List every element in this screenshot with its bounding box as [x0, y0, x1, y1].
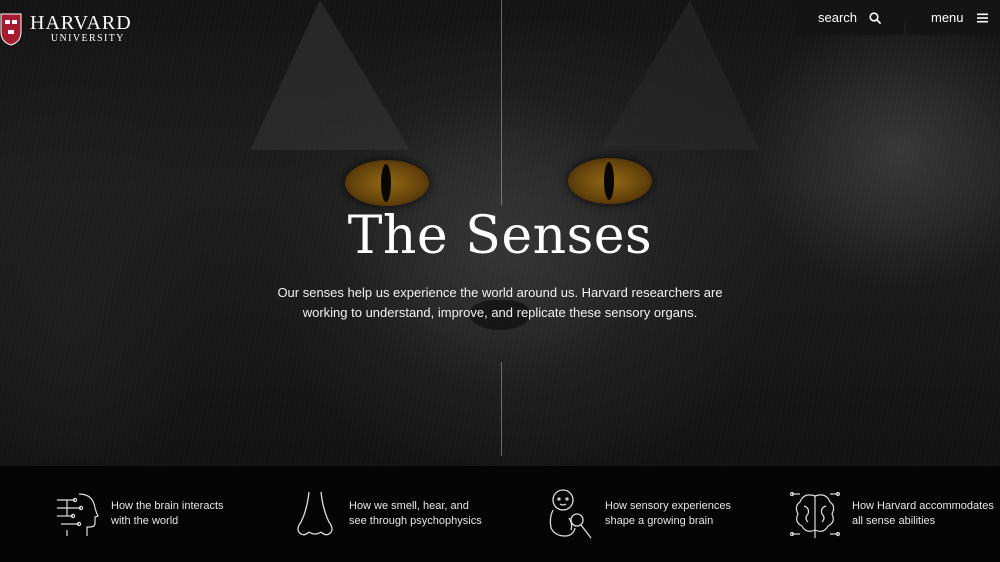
- logo-subtitle: UNIVERSITY: [50, 33, 125, 44]
- topic-3-line-2: shape a growing brain: [605, 515, 714, 527]
- topic-link-psychophysics[interactable]: How we smell, hear, and see through psyc…: [293, 490, 482, 538]
- logo-name: HARVARD: [30, 12, 132, 34]
- topic-1-line-1: How the brain interacts: [111, 500, 224, 512]
- divider-line-bottom: [501, 362, 502, 456]
- harvard-shield-icon: [0, 12, 22, 46]
- hero-description: Our senses help us experience the world …: [277, 285, 723, 320]
- topic-3-line-1: How sensory experiences: [605, 500, 731, 512]
- brain-network-icon: [790, 491, 840, 538]
- divider-line-top: [501, 0, 502, 205]
- brain-head-circuit-icon: [57, 493, 99, 536]
- nose-icon: [297, 491, 333, 536]
- topic-1-line-2: with the world: [111, 515, 179, 527]
- topic-link-growing-brain[interactable]: How sensory experiences shape a growing …: [547, 488, 731, 540]
- topic-2-line-1: How we smell, hear, and: [349, 500, 469, 512]
- menu-button[interactable]: menu: [906, 0, 1000, 35]
- topic-link-sense-abilities[interactable]: How Harvard accommodates all sense abili…: [790, 488, 994, 540]
- search-label: search: [818, 10, 858, 25]
- topic-link-brain-world[interactable]: How the brain interacts with the world: [55, 490, 224, 538]
- harvard-logo[interactable]: HARVARD UNIVERSITY: [0, 12, 132, 46]
- top-navigation: search menu: [796, 0, 1000, 35]
- hamburger-icon: [976, 13, 988, 22]
- menu-label: menu: [931, 10, 964, 25]
- baby-rattle-icon: [549, 489, 592, 539]
- topic-2-line-2: see through psychophysics: [349, 515, 482, 527]
- search-icon: [869, 11, 881, 24]
- topic-4-line-1: How Harvard accommodates: [852, 500, 994, 512]
- topic-4-line-2: all sense abilities: [852, 515, 936, 527]
- page-title: The Senses: [347, 206, 653, 266]
- search-button[interactable]: search: [796, 0, 904, 35]
